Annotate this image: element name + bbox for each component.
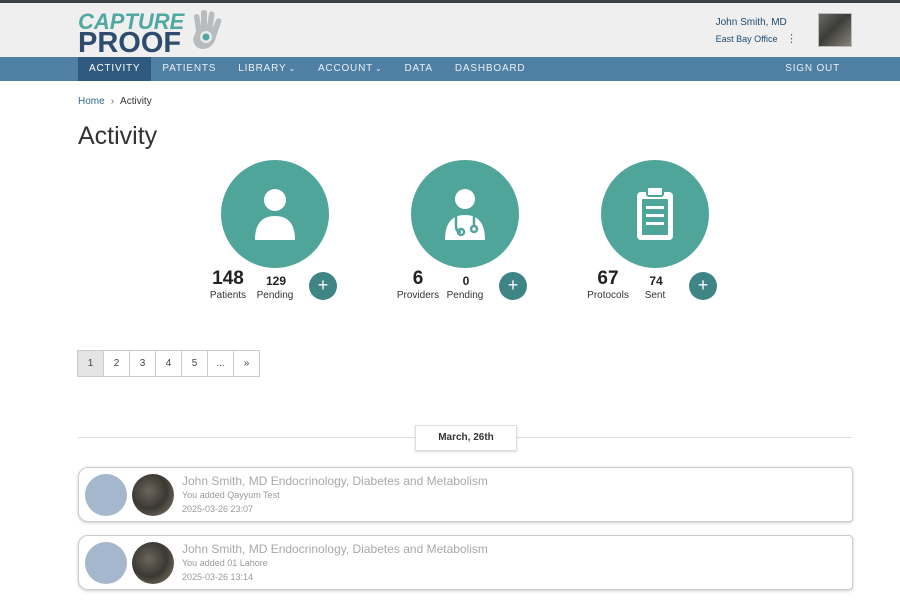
chevron-down-icon: ⌄ (288, 64, 296, 73)
activity-timestamp: 2025-03-26 23:07 (182, 504, 254, 514)
stat-patients: 148 129 Patients Pending + (210, 160, 371, 310)
page-5-button[interactable]: 5 (181, 350, 208, 377)
patients-pending-count: 129 (265, 274, 287, 288)
date-header: March, 26th (415, 425, 517, 451)
chevron-down-icon: ⌄ (375, 64, 383, 73)
nav-item-label: DATA (404, 63, 433, 74)
protocols-label: Protocols (587, 290, 629, 301)
patient-photo (132, 474, 174, 516)
page-title: Activity (78, 122, 158, 150)
patients-pending-label: Pending (256, 290, 294, 301)
activity-title: John Smith, MD Endocrinology, Diabetes a… (182, 542, 488, 556)
nav-item-data[interactable]: DATA (394, 57, 444, 81)
page-4-button[interactable]: 4 (155, 350, 182, 377)
office-name: East Bay Office (715, 34, 778, 44)
doctor-icon (445, 189, 485, 240)
page-2-button[interactable]: 2 (103, 350, 130, 377)
add-provider-button[interactable]: + (499, 272, 527, 300)
nav-item-patients[interactable]: PATIENTS (151, 57, 227, 81)
hand-logo-icon (193, 10, 222, 49)
user-name[interactable]: John Smith, MD (716, 17, 796, 28)
providers-label: Providers (396, 290, 440, 301)
breadcrumb-home-link[interactable]: Home (78, 96, 105, 107)
patient-photo (132, 542, 174, 584)
nav-item-label: ACTIVITY (89, 63, 141, 74)
office-selector[interactable]: East Bay Office ⋮ (715, 32, 797, 45)
activity-description: You added 01 Lahore (182, 558, 268, 568)
patients-count: 148 (212, 268, 244, 289)
page-3-button[interactable]: 3 (129, 350, 156, 377)
user-avatar[interactable] (818, 13, 852, 47)
protocols-sent-count: 74 (649, 274, 663, 288)
nav-item-dashboard[interactable]: DASHBOARD (444, 57, 537, 81)
providers-pending-count: 0 (462, 274, 470, 288)
protocols-sent-label: Sent (644, 290, 666, 301)
add-patient-button[interactable]: + (309, 272, 337, 300)
patients-label: Patients (209, 290, 247, 301)
breadcrumb-separator: › (110, 96, 115, 107)
nav-item-label: LIBRARY (238, 63, 287, 74)
activity-description: You added Qayyum Test (182, 490, 280, 500)
providers-circle[interactable] (411, 160, 519, 268)
header: CAPTURE PROOF John Smith, MD East Bay Of… (0, 3, 900, 59)
providers-pending-label: Pending (446, 290, 484, 301)
kebab-menu-icon[interactable]: ⋮ (786, 32, 797, 45)
person-icon (255, 189, 295, 240)
stat-protocols: 67 74 Protocols Sent + (587, 160, 751, 310)
next-page-button[interactable]: » (233, 350, 260, 377)
sign-out-link[interactable]: SIGN OUT (785, 57, 840, 81)
activity-card[interactable]: John Smith, MD Endocrinology, Diabetes a… (78, 535, 853, 590)
stat-providers: 6 0 Providers Pending + (397, 160, 561, 310)
page-ellipsis: ... (207, 350, 234, 377)
page-1-button[interactable]: 1 (77, 350, 104, 377)
breadcrumb-current: Activity (120, 96, 152, 107)
nav-item-label: ACCOUNT (317, 63, 373, 74)
nav-item-account[interactable]: ACCOUNT ⌄ (307, 57, 394, 81)
protocols-circle[interactable] (601, 160, 709, 268)
nav-item-label: DASHBOARD (454, 63, 526, 74)
activity-card[interactable]: John Smith, MD Endocrinology, Diabetes a… (78, 467, 853, 522)
clipboard-icon (637, 186, 673, 240)
pagination: 1 2 3 4 5 ... » (77, 350, 260, 377)
nav-item-activity[interactable]: ACTIVITY (78, 57, 152, 81)
add-protocol-button[interactable]: + (689, 272, 717, 300)
provider-avatar (85, 542, 127, 584)
nav-item-library[interactable]: LIBRARY ⌄ (227, 57, 307, 81)
provider-avatar (85, 474, 127, 516)
providers-count: 6 (412, 268, 424, 289)
activity-title: John Smith, MD Endocrinology, Diabetes a… (182, 474, 488, 488)
nav-item-label: PATIENTS (162, 63, 217, 74)
user-block[interactable]: John Smith, MD East Bay Office ⋮ (715, 17, 797, 45)
logo[interactable]: CAPTURE PROOF (78, 7, 228, 59)
patients-circle[interactable] (221, 160, 329, 268)
protocols-count: 67 (597, 268, 619, 289)
breadcrumb: Home › Activity (78, 96, 152, 107)
main-nav: ACTIVITY PATIENTS LIBRARY ⌄ ACCOUNT ⌄ DATA… (0, 57, 900, 81)
logo-text-bottom: PROOF (78, 27, 182, 59)
activity-timestamp: 2025-03-26 13:14 (182, 572, 254, 582)
